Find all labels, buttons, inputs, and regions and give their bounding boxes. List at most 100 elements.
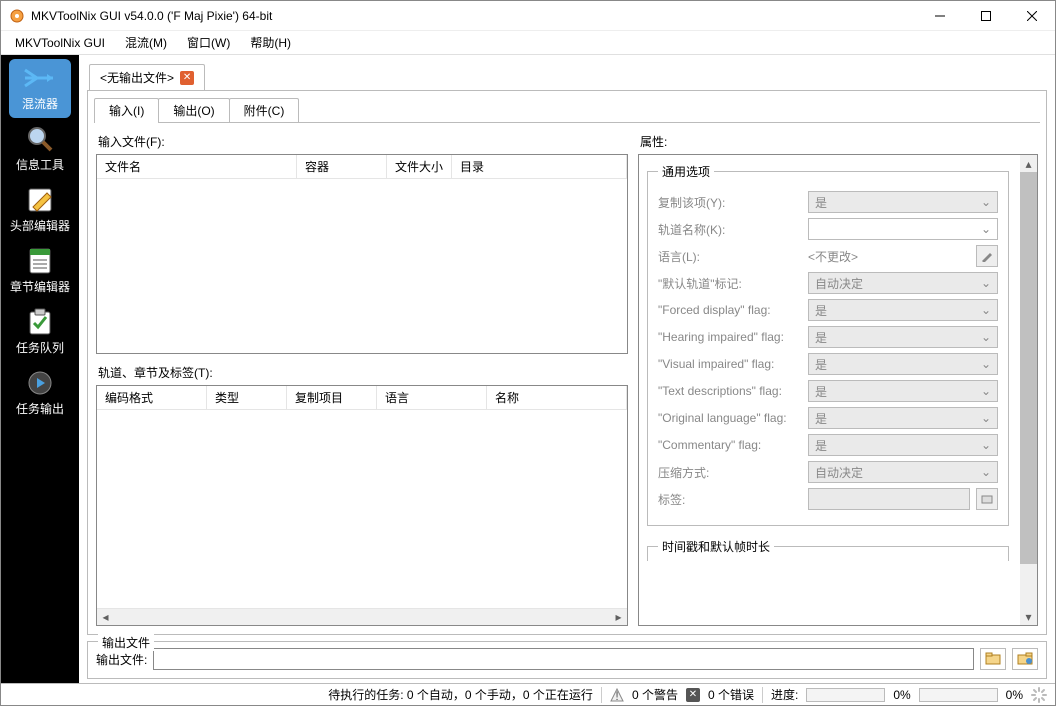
timing-group: 时间戳和默认帧时长 — [647, 538, 1009, 561]
close-button[interactable] — [1009, 1, 1055, 31]
sidebar-item-label: 信息工具 — [16, 156, 64, 173]
file-tab[interactable]: <无输出文件> ✕ — [89, 64, 205, 90]
tab-attachments[interactable]: 附件(C) — [229, 98, 300, 122]
tab-input[interactable]: 输入(I) — [94, 98, 159, 122]
chevron-down-icon: ⌄ — [981, 330, 991, 344]
merge-icon — [22, 63, 58, 93]
svg-text:!: ! — [615, 689, 618, 702]
status-warnings: 0 个警告 — [632, 686, 678, 703]
close-tab-icon[interactable]: ✕ — [180, 71, 194, 85]
progress-bar-2 — [919, 688, 998, 702]
tab-output[interactable]: 输出(O) — [158, 98, 229, 122]
scroll-down-icon[interactable]: ▾ — [1020, 608, 1037, 625]
sidebar-item-chapter-editor[interactable]: 章节编辑器 — [9, 242, 71, 301]
output-file-label: 输出文件: — [96, 651, 147, 668]
maximize-button[interactable] — [963, 1, 1009, 31]
output-legend: 输出文件 — [98, 634, 154, 651]
sidebar-item-label: 任务队列 — [16, 339, 64, 356]
default-track-combo[interactable]: 自动决定⌄ — [808, 272, 998, 294]
chevron-down-icon: ⌄ — [981, 384, 991, 398]
window-title: MKVToolNix GUI v54.0.0 ('F Maj Pixie') 6… — [31, 9, 917, 23]
text-desc-combo[interactable]: 是⌄ — [808, 380, 998, 402]
chevron-down-icon: ⌄ — [981, 195, 991, 209]
col-codec[interactable]: 编码格式 — [97, 386, 207, 409]
col-filename[interactable]: 文件名 — [97, 155, 297, 178]
tags-field[interactable] — [808, 488, 970, 510]
sidebar-item-label: 章节编辑器 — [10, 278, 70, 295]
spinner-icon — [1031, 687, 1047, 703]
timing-legend: 时间戳和默认帧时长 — [658, 538, 774, 555]
col-container[interactable]: 容器 — [297, 155, 387, 178]
output-file-group: 输出文件 输出文件: — [87, 641, 1047, 679]
app-icon — [9, 8, 25, 24]
browse-output-button[interactable] — [980, 648, 1006, 670]
sidebar-item-label: 任务输出 — [16, 400, 64, 417]
sidebar-item-info[interactable]: 信息工具 — [9, 120, 71, 179]
menu-window[interactable]: 窗口(W) — [177, 32, 240, 53]
progress-pct-2: 0% — [1006, 688, 1023, 702]
col-dir[interactable]: 目录 — [452, 155, 627, 178]
status-errors: 0 个错误 — [708, 686, 754, 703]
queue-icon — [22, 307, 58, 337]
sidebar-item-label: 混流器 — [22, 95, 58, 112]
progress-pct-1: 0% — [893, 688, 910, 702]
visual-impaired-combo[interactable]: 是⌄ — [808, 353, 998, 375]
copy-item-combo[interactable]: 是⌄ — [808, 191, 998, 213]
col-copy[interactable]: 复制项目 — [287, 386, 377, 409]
error-icon: ✕ — [686, 688, 700, 702]
edit-icon — [22, 185, 58, 215]
sidebar-item-label: 头部编辑器 — [10, 217, 70, 234]
status-pending: 待执行的任务: 0 个自动，0 个手动，0 个正在运行 — [328, 686, 593, 703]
compression-combo[interactable]: 自动决定⌄ — [808, 461, 998, 483]
general-options-legend: 通用选项 — [658, 163, 714, 180]
menu-mux[interactable]: 混流(M) — [115, 32, 177, 53]
sidebar: 混流器 信息工具 头部编辑器 章节编辑器 任务队列 任务输出 — [1, 55, 79, 683]
chapter-icon — [22, 246, 58, 276]
menu-app[interactable]: MKVToolNix GUI — [5, 34, 115, 52]
output-icon — [22, 368, 58, 398]
forced-display-combo[interactable]: 是⌄ — [808, 299, 998, 321]
commentary-combo[interactable]: 是⌄ — [808, 434, 998, 456]
chevron-down-icon: ⌄ — [981, 438, 991, 452]
chevron-down-icon: ⌄ — [981, 411, 991, 425]
content-area: <无输出文件> ✕ 输入(I) 输出(O) 附件(C) 输入文件(F): 文件名 — [79, 55, 1055, 683]
input-files-list[interactable]: 文件名 容器 文件大小 目录 — [96, 154, 628, 354]
file-tab-label: <无输出文件> — [100, 69, 174, 86]
chevron-down-icon: ⌄ — [981, 357, 991, 371]
minimize-button[interactable] — [917, 1, 963, 31]
language-value: <不更改> — [808, 248, 970, 265]
sidebar-item-mux[interactable]: 混流器 — [9, 59, 71, 118]
tracks-list[interactable]: 编码格式 类型 复制项目 语言 名称 ◂ ▸ — [96, 385, 628, 626]
edit-language-button[interactable] — [976, 245, 998, 267]
chevron-down-icon: ⌄ — [981, 222, 991, 236]
scroll-left-icon[interactable]: ◂ — [97, 609, 114, 626]
col-name[interactable]: 名称 — [487, 386, 627, 409]
properties-label: 属性: — [640, 133, 1038, 150]
sidebar-item-output[interactable]: 任务输出 — [9, 364, 71, 423]
sidebar-item-header-editor[interactable]: 头部编辑器 — [9, 181, 71, 240]
magnifier-icon — [22, 124, 58, 154]
orig-lang-combo[interactable]: 是⌄ — [808, 407, 998, 429]
chevron-down-icon: ⌄ — [981, 303, 991, 317]
input-files-label: 输入文件(F): — [98, 133, 628, 150]
progress-label: 进度: — [771, 686, 798, 703]
properties-vscroll[interactable]: ▴ ▾ — [1020, 155, 1037, 625]
menu-help[interactable]: 帮助(H) — [240, 32, 301, 53]
chevron-down-icon: ⌄ — [981, 465, 991, 479]
tracks-hscroll[interactable]: ◂ ▸ — [97, 608, 627, 625]
col-size[interactable]: 文件大小 — [387, 155, 452, 178]
col-lang[interactable]: 语言 — [377, 386, 487, 409]
scroll-up-icon[interactable]: ▴ — [1020, 155, 1037, 172]
scroll-right-icon[interactable]: ▸ — [610, 609, 627, 626]
warning-icon: ! — [610, 688, 624, 702]
chevron-down-icon: ⌄ — [981, 276, 991, 290]
sidebar-item-queue[interactable]: 任务队列 — [9, 303, 71, 362]
hearing-impaired-combo[interactable]: 是⌄ — [808, 326, 998, 348]
col-type[interactable]: 类型 — [207, 386, 287, 409]
browse-tags-button[interactable] — [976, 488, 998, 510]
status-bar: 待执行的任务: 0 个自动，0 个手动，0 个正在运行 ! 0 个警告 ✕ 0 … — [1, 683, 1055, 705]
output-file-input[interactable] — [153, 648, 974, 670]
recent-output-button[interactable] — [1012, 648, 1038, 670]
properties-panel: 通用选项 复制该项(Y):是⌄ 轨道名称(K):⌄ 语言(L):<不更改> "默… — [638, 154, 1038, 626]
track-name-combo[interactable]: ⌄ — [808, 218, 998, 240]
